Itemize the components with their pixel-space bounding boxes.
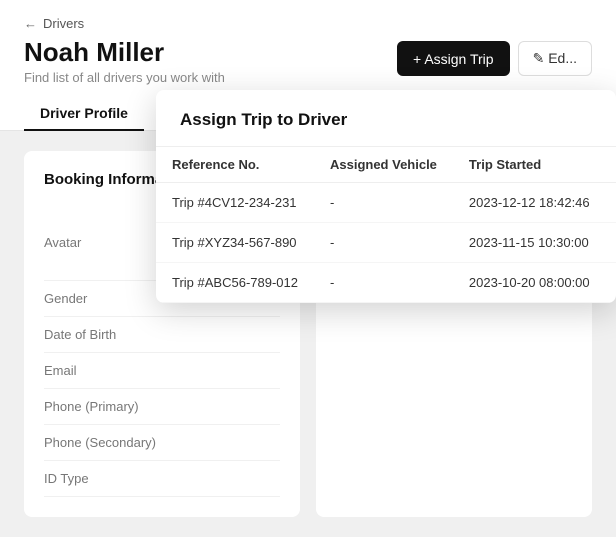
cell-started: 2023-11-15 10:30:00 (453, 223, 606, 263)
edit-button[interactable]: ✎ Ed... (518, 41, 592, 76)
cell-ended: 2023-1... (606, 183, 616, 223)
col-reference: Reference No. (156, 147, 314, 183)
cell-started: 2023-12-12 18:42:46 (453, 183, 606, 223)
field-dob: Date of Birth (44, 317, 280, 353)
page-subtitle: Find list of all drivers you work with (24, 70, 225, 85)
modal-header: Assign Trip to Driver (156, 90, 616, 147)
modal-title: Assign Trip to Driver (180, 110, 592, 130)
page-title-section: Noah Miller Find list of all drivers you… (24, 37, 225, 97)
table-header-row: Reference No. Assigned Vehicle Trip Star… (156, 147, 616, 183)
phone-primary-label: Phone (Primary) (44, 399, 164, 414)
dob-label: Date of Birth (44, 327, 164, 342)
cell-vehicle: - (314, 263, 453, 303)
tab-driver-profile[interactable]: Driver Profile (24, 97, 144, 131)
cell-ended: 2023-1... (606, 263, 616, 303)
col-ended: Trip En... (606, 147, 616, 183)
table-row[interactable]: Trip #ABC56-789-012 - 2023-10-20 08:00:0… (156, 263, 616, 303)
cell-vehicle: - (314, 183, 453, 223)
assign-trip-modal: Assign Trip to Driver Reference No. Assi… (156, 90, 616, 303)
cell-ended: 2023-1... (606, 223, 616, 263)
field-id-type: ID Type (44, 461, 280, 497)
avatar-label: Avatar (44, 235, 164, 250)
cell-vehicle: - (314, 223, 453, 263)
field-phone-primary: Phone (Primary) (44, 389, 280, 425)
cell-reference: Trip #XYZ34-567-890 (156, 223, 314, 263)
cell-started: 2023-10-20 08:00:00 (453, 263, 606, 303)
gender-label: Gender (44, 291, 164, 306)
back-arrow-icon[interactable]: ← (24, 16, 37, 31)
trips-table: Reference No. Assigned Vehicle Trip Star… (156, 147, 616, 303)
page-title: Noah Miller (24, 37, 225, 68)
table-row[interactable]: Trip #4CV12-234-231 - 2023-12-12 18:42:4… (156, 183, 616, 223)
table-row[interactable]: Trip #XYZ34-567-890 - 2023-11-15 10:30:0… (156, 223, 616, 263)
phone-secondary-label: Phone (Secondary) (44, 435, 164, 450)
header-actions: + Assign Trip ✎ Ed... (397, 41, 592, 76)
id-type-label: ID Type (44, 471, 164, 486)
email-label: Email (44, 363, 164, 378)
field-email: Email (44, 353, 280, 389)
assign-trip-button[interactable]: + Assign Trip (397, 41, 510, 76)
col-vehicle: Assigned Vehicle (314, 147, 453, 183)
breadcrumb: ← Drivers (24, 16, 592, 31)
col-started: Trip Started (453, 147, 606, 183)
cell-reference: Trip #4CV12-234-231 (156, 183, 314, 223)
field-phone-secondary: Phone (Secondary) (44, 425, 280, 461)
cell-reference: Trip #ABC56-789-012 (156, 263, 314, 303)
breadcrumb-label: Drivers (43, 16, 84, 31)
